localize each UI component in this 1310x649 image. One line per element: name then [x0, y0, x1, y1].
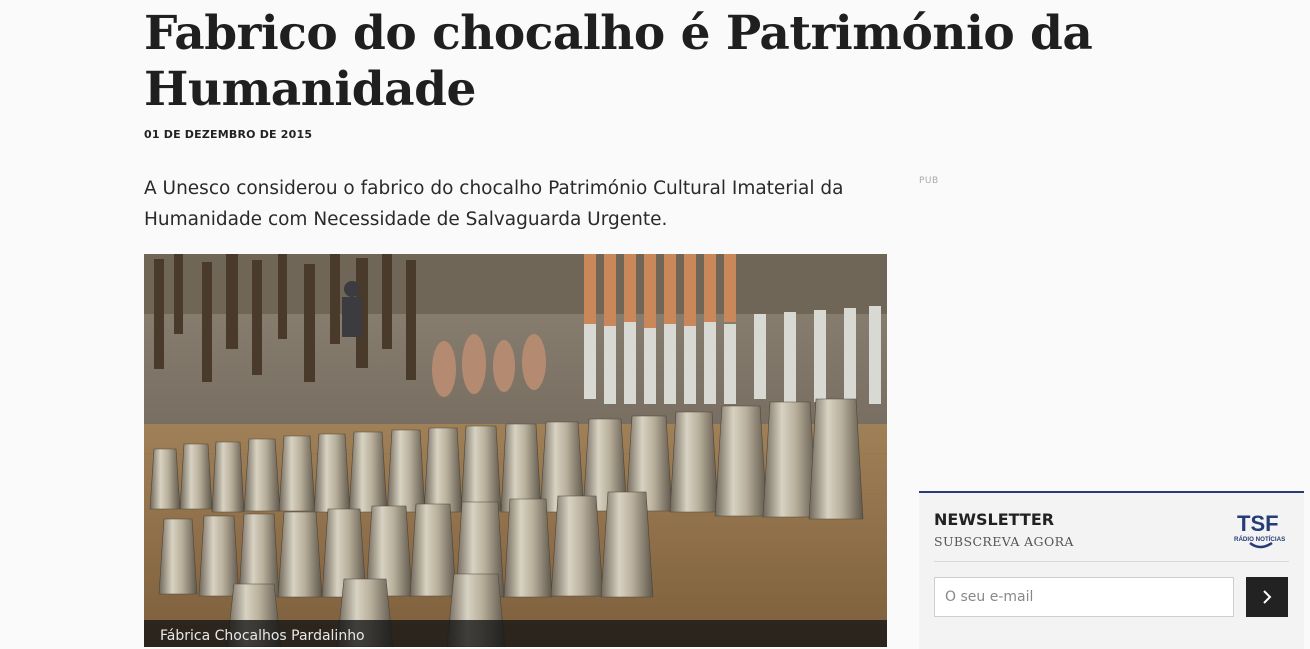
chevron-right-icon: [1263, 590, 1272, 604]
article-image[interactable]: Fábrica Chocalhos Pardalinho: [144, 254, 887, 647]
newsletter-title: NEWSLETTER: [934, 510, 1055, 529]
article-lead: A Unesco considerou o fabrico do chocalh…: [144, 178, 844, 230]
newsletter-divider: [934, 561, 1289, 562]
newsletter-subtitle: SUBSCREVA AGORA: [934, 534, 1074, 549]
newsletter-submit-button[interactable]: [1246, 577, 1288, 617]
ad-label: PUB: [919, 176, 939, 186]
image-caption: Fábrica Chocalhos Pardalinho: [160, 628, 365, 644]
tsf-logo-text: TSF: [1237, 511, 1279, 536]
tsf-logo-icon: TSF RÁDIO NOTÍCIAS: [1234, 511, 1285, 549]
article-title: Fabrico do chocalho é Património da Huma…: [144, 6, 1093, 117]
cowbells-photo: [144, 254, 887, 647]
image-caption-bar: Fábrica Chocalhos Pardalinho: [144, 620, 887, 647]
article-date: 01 DE DEZEMBRO DE 2015: [144, 128, 313, 141]
newsletter-email-input[interactable]: [934, 577, 1234, 617]
newsletter-box: NEWSLETTER SUBSCREVA AGORA TSF RÁDIO NOT…: [919, 491, 1304, 649]
tsf-logo-subtext: RÁDIO NOTÍCIAS: [1234, 535, 1285, 543]
